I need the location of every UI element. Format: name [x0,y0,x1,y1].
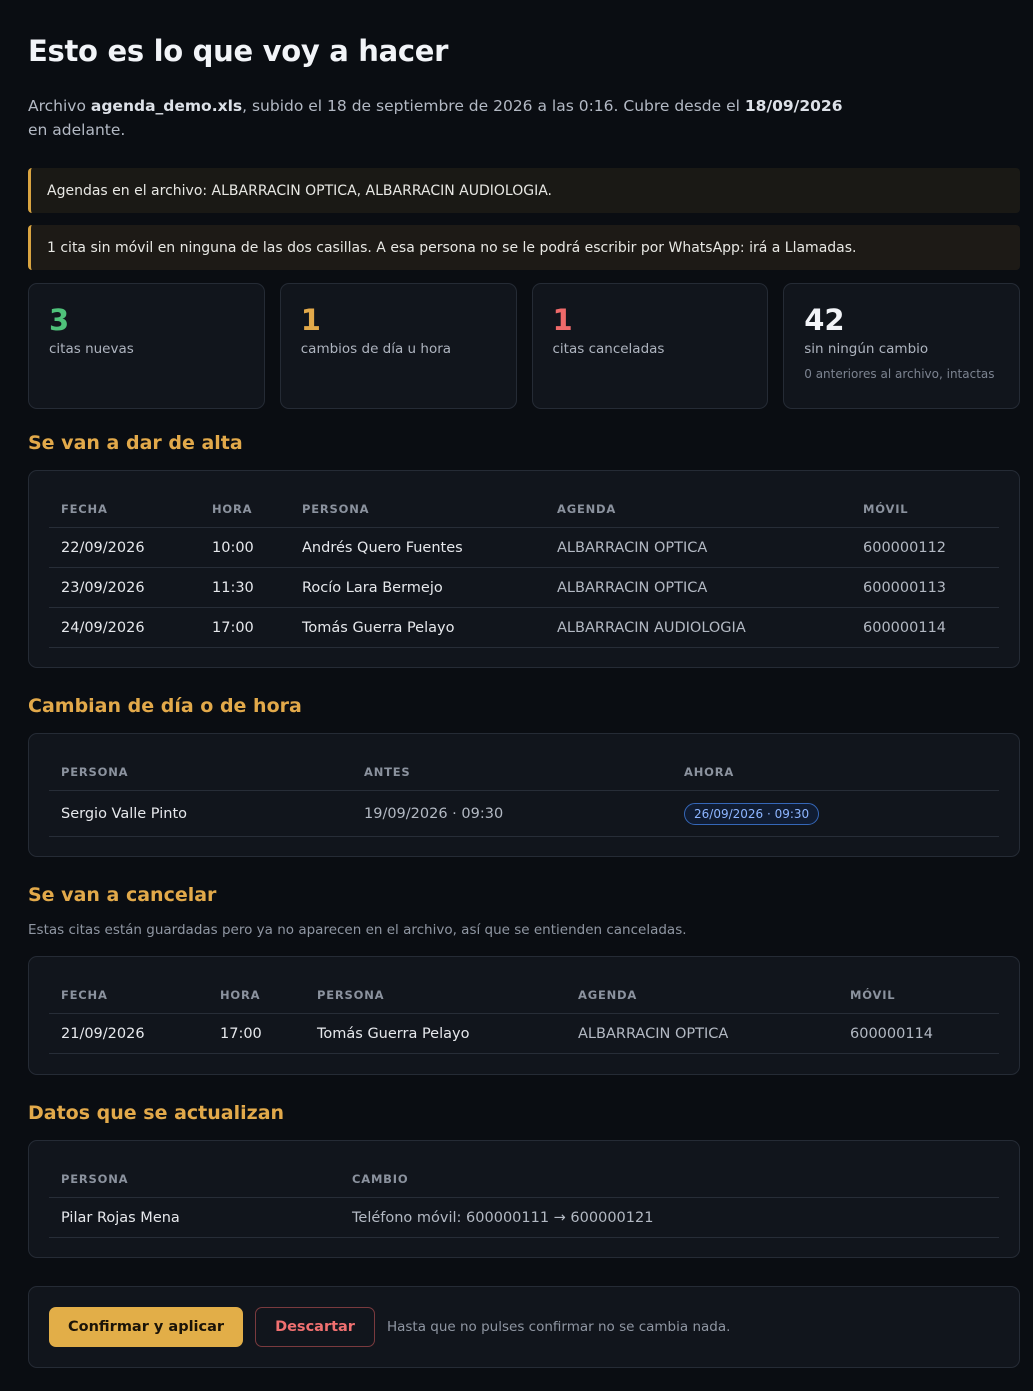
table-row: Pilar Rojas Mena Teléfono móvil: 6000001… [49,1197,999,1238]
agendas-notice: Agendas en el archivo: ALBARRACIN OPTICA… [28,168,1020,213]
table-row: 23/09/2026 11:30 Rocío Lara Bermejo ALBA… [49,567,999,608]
time-cell: 10:00 [200,527,290,568]
mobile-cell: 600000112 [851,527,999,568]
column-header: AGENDA [566,977,838,1014]
person-cell: Rocío Lara Bermejo [290,567,545,608]
person-cell: Sergio Valle Pinto [49,790,352,837]
column-header: FECHA [49,977,208,1014]
column-header: AGENDA [545,491,851,528]
cancel-section-description: Estas citas están guardadas pero ya no a… [28,922,687,938]
agendas-notice-text: Agendas en el archivo: ALBARRACIN OPTICA… [47,182,552,199]
cancellations-table: FECHA HORA PERSONA AGENDA MÓVIL 21/09/20… [49,977,999,1054]
stat-value: 1 [552,303,573,337]
table-row: 22/09/2026 10:00 Andrés Quero Fuentes AL… [49,527,999,568]
no-mobile-notice-text: 1 cita sin móvil en ninguna de las dos c… [47,239,857,256]
from-date: 18/09/2026 [744,97,843,115]
column-header: PERSONA [305,977,566,1014]
column-header: ANTES [352,754,672,791]
column-header: HORA [200,491,290,528]
stat-card-cancelled: 1 citas canceladas [531,283,769,409]
time-cell: 17:00 [200,607,290,648]
column-header: PERSONA [49,1161,340,1198]
agenda-cell: ALBARRACIN OPTICA [545,567,851,608]
intro-middle: , subido el 18 de septiembre de 2026 a l… [242,97,745,115]
change-section-title: Cambian de día o de hora [28,695,302,717]
cancel-section-title: Se van a cancelar [28,884,217,906]
page: Esto es lo que voy a hacer Archivo agend… [0,0,1033,1391]
stat-value: 3 [49,303,70,337]
stat-value: 1 [300,303,321,337]
stat-card-unchanged: 42 sin ningún cambio 0 anteriores al arc… [783,283,1020,409]
agenda-cell: ALBARRACIN AUDIOLOGIA [545,607,851,648]
stat-sublabel: 0 anteriores al archivo, intactas [804,367,995,381]
stat-label: citas nuevas [49,341,134,357]
column-header: MÓVIL [851,491,999,528]
discard-button[interactable]: Descartar [255,1307,375,1347]
intro-text: Archivo agenda_demo.xls, subido el 18 de… [28,94,848,142]
person-cell: Pilar Rojas Mena [49,1197,340,1238]
column-header: HORA [208,977,305,1014]
stat-value: 42 [804,303,845,337]
table-header-row: FECHA HORA PERSONA AGENDA MÓVIL [49,977,999,1014]
column-header: FECHA [49,491,200,528]
stat-label: citas canceladas [552,341,665,357]
person-cell: Tomás Guerra Pelayo [305,1013,566,1054]
stat-card-new: 3 citas nuevas [28,283,265,409]
table-header-row: PERSONA ANTES AHORA [49,754,999,791]
updates-card: PERSONA CAMBIO Pilar Rojas Mena Teléfono… [28,1140,1020,1258]
intro-suffix: en adelante. [28,121,126,139]
stat-label: cambios de día u hora [300,341,452,357]
agenda-cell: ALBARRACIN OPTICA [545,527,851,568]
actions-hint: Hasta que no pulses confirmar no se camb… [386,1319,731,1335]
stat-card-changes: 1 cambios de día u hora [279,283,517,409]
column-header: PERSONA [49,754,352,791]
cancellations-card: FECHA HORA PERSONA AGENDA MÓVIL 21/09/20… [28,956,1020,1075]
table-header-row: PERSONA CAMBIO [49,1161,999,1198]
column-header: AHORA [672,754,999,791]
agenda-cell: ALBARRACIN OPTICA [566,1013,838,1054]
mobile-cell: 600000114 [851,607,999,648]
column-header: PERSONA [290,491,545,528]
date-cell: 23/09/2026 [49,567,200,608]
update-section-title: Datos que se actualizan [28,1102,285,1124]
time-cell: 17:00 [208,1013,305,1054]
person-cell: Tomás Guerra Pelayo [290,607,545,648]
date-cell: 24/09/2026 [49,607,200,648]
person-cell: Andrés Quero Fuentes [290,527,545,568]
date-cell: 21/09/2026 [49,1013,208,1054]
confirm-button[interactable]: Confirmar y aplicar [49,1307,244,1347]
changes-card: PERSONA ANTES AHORA Sergio Valle Pinto 1… [28,733,1020,857]
page-title: Esto es lo que voy a hacer [28,34,449,68]
no-mobile-notice: 1 cita sin móvil en ninguna de las dos c… [28,225,1020,270]
date-cell: 22/09/2026 [49,527,200,568]
time-cell: 11:30 [200,567,290,608]
change-cell: Teléfono móvil: 600000111 → 600000121 [340,1197,999,1238]
table-row: 21/09/2026 17:00 Tomás Guerra Pelayo ALB… [49,1013,999,1054]
actions-bar: Confirmar y aplicar Descartar Hasta que … [28,1286,1020,1368]
changes-table: PERSONA ANTES AHORA Sergio Valle Pinto 1… [49,754,999,837]
column-header: MÓVIL [838,977,999,1014]
stats-row: 3 citas nuevas 1 cambios de día u hora 1… [28,283,1020,409]
new-appointments-card: FECHA HORA PERSONA AGENDA MÓVIL 22/09/20… [28,470,1020,668]
file-name: agenda_demo.xls [90,97,243,115]
mobile-cell: 600000114 [838,1013,999,1054]
new-section-title: Se van a dar de alta [28,432,243,454]
new-datetime-badge: 26/09/2026 · 09:30 [684,802,820,825]
column-header: CAMBIO [340,1161,999,1198]
intro-prefix: Archivo [28,97,91,115]
new-appointments-table: FECHA HORA PERSONA AGENDA MÓVIL 22/09/20… [49,491,999,648]
table-header-row: FECHA HORA PERSONA AGENDA MÓVIL [49,491,999,528]
updates-table: PERSONA CAMBIO Pilar Rojas Mena Teléfono… [49,1161,999,1238]
table-row: 24/09/2026 17:00 Tomás Guerra Pelayo ALB… [49,607,999,648]
table-row: Sergio Valle Pinto 19/09/2026 · 09:30 26… [49,790,999,837]
after-cell: 26/09/2026 · 09:30 [672,790,999,837]
before-cell: 19/09/2026 · 09:30 [352,790,672,837]
mobile-cell: 600000113 [851,567,999,608]
stat-label: sin ningún cambio [804,341,929,357]
